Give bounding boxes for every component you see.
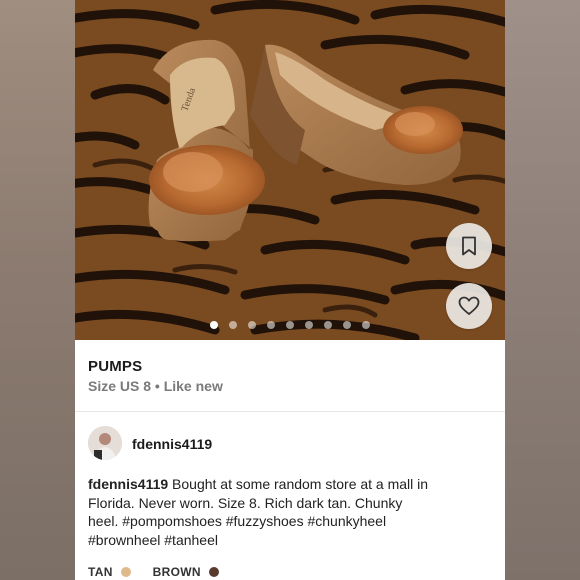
carousel-dot[interactable] — [343, 321, 351, 329]
listing-title: PUMPS — [88, 358, 143, 375]
color-tags: TAN BROWN — [88, 565, 219, 579]
listing-description: fdennis4119 Bought at some random store … — [88, 475, 498, 549]
left-backdrop — [0, 0, 75, 580]
right-backdrop — [505, 0, 580, 580]
listing-photo[interactable]: Tenda — [75, 0, 505, 340]
color-label: BROWN — [152, 565, 201, 579]
seller-avatar[interactable] — [88, 426, 122, 460]
description-author[interactable]: fdennis4119 — [88, 476, 168, 492]
carousel-dot[interactable] — [305, 321, 313, 329]
like-button[interactable] — [446, 283, 492, 329]
carousel-dot[interactable] — [248, 321, 256, 329]
seller-username[interactable]: fdennis4119 — [132, 436, 212, 452]
product-image: Tenda — [75, 0, 505, 340]
carousel-dot[interactable] — [286, 321, 294, 329]
carousel-dot[interactable] — [267, 321, 275, 329]
bookmark-icon — [462, 236, 476, 256]
carousel-dot[interactable] — [210, 321, 218, 329]
image-carousel-dots[interactable] — [75, 321, 505, 329]
heart-icon — [458, 296, 480, 315]
divider — [75, 411, 505, 412]
listing-card: Tenda PUMPS Size US 8 • Like new fdennis… — [75, 0, 505, 580]
carousel-dot[interactable] — [362, 321, 370, 329]
color-label: TAN — [88, 565, 113, 579]
avatar-image — [88, 426, 122, 460]
color-swatch — [208, 567, 219, 577]
color-swatch — [120, 567, 131, 577]
color-tag-brown[interactable]: BROWN — [153, 565, 219, 579]
carousel-dot[interactable] — [229, 321, 237, 329]
color-tag-tan[interactable]: TAN — [88, 565, 131, 579]
carousel-dot[interactable] — [324, 321, 332, 329]
listing-size-condition: Size US 8 • Like new — [88, 378, 223, 394]
bookmark-button[interactable] — [446, 223, 492, 269]
